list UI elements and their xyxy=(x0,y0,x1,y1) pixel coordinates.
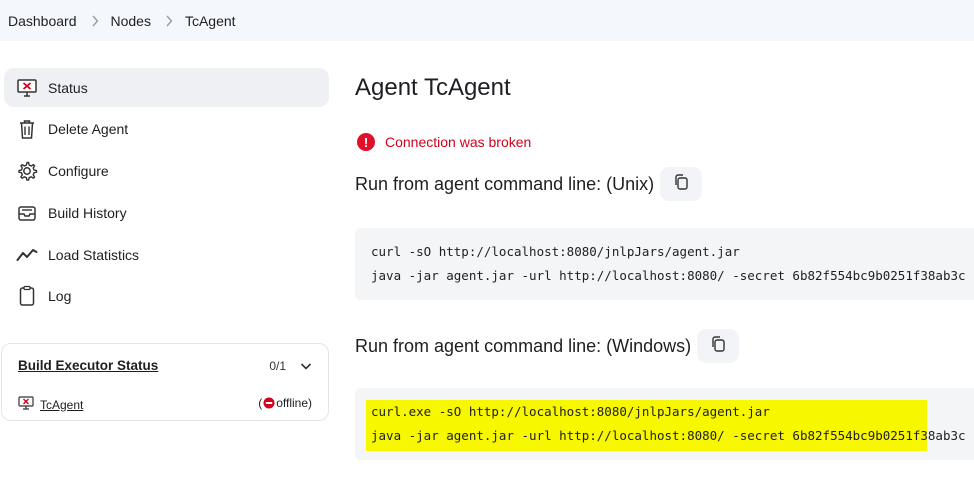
executor-count: 0/1 xyxy=(269,359,286,373)
breadcrumb-tcagent[interactable]: TcAgent xyxy=(185,13,236,29)
breadcrumb-nodes[interactable]: Nodes xyxy=(111,13,151,29)
chevron-right-icon xyxy=(165,15,173,27)
gear-icon xyxy=(16,160,38,182)
breadcrumb: Dashboard Nodes TcAgent xyxy=(0,0,974,41)
trend-icon xyxy=(16,244,38,266)
status-offline-text: offline) xyxy=(276,396,312,410)
executor-agent-link[interactable]: TcAgent xyxy=(40,398,83,412)
build-executor-panel: Build Executor Status 0/1 TcAgent ( offl… xyxy=(1,343,329,421)
sidebar-item-label: Build History xyxy=(48,204,127,221)
code-line: curl.exe -sO http://localhost:8080/jnlpJ… xyxy=(371,404,770,419)
sidebar-item-build-history[interactable]: Build History xyxy=(4,193,329,232)
status-paren: ( xyxy=(258,396,263,410)
error-message: ! Connection was broken xyxy=(357,133,531,151)
computer-offline-icon xyxy=(16,77,38,99)
unix-section-heading: Run from agent command line: (Unix) xyxy=(355,167,703,201)
error-icon: ! xyxy=(357,133,375,151)
windows-heading-text: Run from agent command line: (Windows) xyxy=(355,335,692,356)
executor-agent-row: TcAgent xyxy=(18,396,83,413)
sidebar-item-label: Load Statistics xyxy=(48,246,140,263)
windows-section-heading: Run from agent command line: (Windows) xyxy=(355,329,740,363)
code-line: curl -sO http://localhost:8080/jnlpJars/… xyxy=(371,244,740,259)
sidebar-item-label: Log xyxy=(48,288,72,305)
inbox-icon xyxy=(16,202,38,224)
copy-icon xyxy=(710,335,726,358)
copy-unix-button[interactable] xyxy=(660,167,703,201)
sidebar-item-status[interactable]: Status xyxy=(4,68,329,107)
clipboard-icon xyxy=(16,285,38,307)
executor-status: ( offline) xyxy=(258,396,312,410)
trash-icon xyxy=(16,118,38,140)
unix-heading-text: Run from agent command line: (Unix) xyxy=(355,173,655,194)
copy-icon xyxy=(673,173,689,196)
breadcrumb-dashboard[interactable]: Dashboard xyxy=(8,13,77,29)
computer-offline-icon xyxy=(18,396,34,413)
sidebar-item-label: Delete Agent xyxy=(48,121,129,138)
code-line: java -jar agent.jar -url http://localhos… xyxy=(371,428,966,443)
unix-code-block[interactable]: curl -sO http://localhost:8080/jnlpJars/… xyxy=(355,228,974,300)
code-line: java -jar agent.jar -url http://localhos… xyxy=(371,268,966,283)
chevron-right-icon xyxy=(91,15,99,27)
error-text: Connection was broken xyxy=(385,134,532,150)
sidebar-item-delete-agent[interactable]: Delete Agent xyxy=(4,110,329,149)
offline-icon xyxy=(263,397,275,409)
sidebar-item-label: Configure xyxy=(48,163,109,180)
sidebar: Status Delete Agent Configure Build Hist… xyxy=(4,68,329,319)
sidebar-item-configure[interactable]: Configure xyxy=(4,152,329,191)
page-title: Agent TcAgent xyxy=(355,74,511,101)
copy-windows-button[interactable] xyxy=(697,329,740,363)
windows-code-block[interactable]: curl.exe -sO http://localhost:8080/jnlpJ… xyxy=(355,388,974,460)
sidebar-item-load-statistics[interactable]: Load Statistics xyxy=(4,235,329,274)
chevron-down-icon[interactable] xyxy=(300,358,312,376)
sidebar-item-label: Status xyxy=(48,79,88,96)
build-executor-title[interactable]: Build Executor Status xyxy=(18,358,158,373)
sidebar-item-log[interactable]: Log xyxy=(4,277,329,316)
